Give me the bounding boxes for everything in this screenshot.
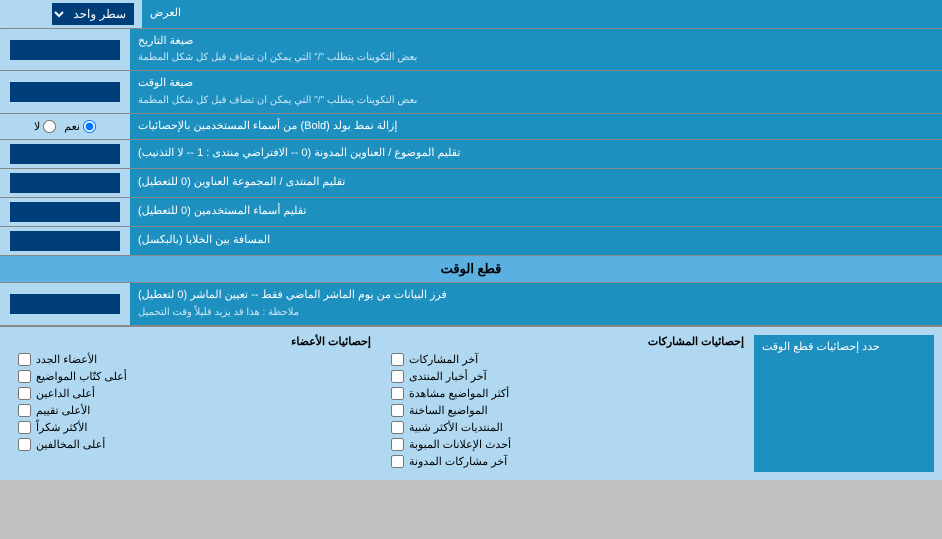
stats-col1-item5-checkbox[interactable] [391,438,404,451]
list-item: الأعضاء الجدد [18,353,371,366]
stats-col2-item2-checkbox[interactable] [18,387,31,400]
stats-col2-item1-label: أعلى كتّاب المواضيع [36,370,127,383]
time-cutoff-header: قطع الوقت [0,256,942,283]
stats-col1-item4-checkbox[interactable] [391,421,404,434]
list-item: أعلى كتّاب المواضيع [18,370,371,383]
stats-col2-item5-checkbox[interactable] [18,438,31,451]
cell-spacing-input[interactable]: 2 [10,231,120,251]
cell-spacing-input-cell: 2 [0,227,130,255]
stats-col2-item5-label: أعلى المخالفين [36,438,105,451]
stats-col2-item0-checkbox[interactable] [18,353,31,366]
stats-col1-item1-checkbox[interactable] [391,370,404,383]
list-item: آخر أخبار المنتدى [391,370,744,383]
stats-col1-item3-label: المواضيع الساخنة [409,404,488,417]
stats-right-label: حدد إحصائيات قطع الوقت [754,335,934,472]
forum-forum-label: تقليم المنتدى / المجموعة العناوين (0 للت… [130,169,942,197]
date-format-label: صيغة التاريخ بعض التكوينات يتطلب "/" الت… [130,29,942,70]
bold-no-radio[interactable] [43,120,56,133]
time-format-label: صيغة الوقت بعض التكوينات يتطلب "/" التي … [130,71,942,112]
user-names-label: تقليم أسماء المستخدمين (0 للتعطيل) [130,198,942,226]
list-item: أكثر المواضيع مشاهدة [391,387,744,400]
date-format-input[interactable]: d-m [10,40,120,60]
bold-no-label: لا [34,120,56,133]
stats-col2-title: إحصائيات الأعضاء [18,335,371,348]
list-item: آخر المشاركات [391,353,744,366]
stats-col1-item4-label: المنتديات الأكثر شبية [409,421,503,434]
stats-col2-item4-checkbox[interactable] [18,421,31,434]
time-format-input-cell: H:i [0,71,130,112]
stats-col1-item6-label: آخر مشاركات المدونة [409,455,507,468]
list-item: الأعلى تقييم [18,404,371,417]
stats-col2-item3-checkbox[interactable] [18,404,31,417]
date-format-input-cell: d-m [0,29,130,70]
cell-spacing-label: المسافة بين الخلايا (بالبكسل) [130,227,942,255]
forum-titles-label: تقليم الموضوع / العناوين المدونة (0 -- ا… [130,140,942,168]
stats-col1-item1-label: آخر أخبار المنتدى [409,370,487,383]
time-format-input[interactable]: H:i [10,82,120,102]
display-select[interactable]: سطر واحد سطرين ثلاثة أسطر [52,3,134,25]
user-names-input-cell: 0 [0,198,130,226]
stats-col2: إحصائيات الأعضاء الأعضاء الجدد أعلى كتّا… [8,335,381,472]
stats-col2-item0-label: الأعضاء الجدد [36,353,97,366]
bold-yes-radio[interactable] [83,120,96,133]
display-select-cell: سطر واحد سطرين ثلاثة أسطر [2,0,142,28]
user-names-input[interactable]: 0 [10,202,120,222]
bold-yes-label: نعم [64,120,96,133]
bold-remove-label: إزالة نمط بولد (Bold) من أسماء المستخدمي… [130,114,942,139]
forum-titles-input[interactable]: 33 [10,144,120,164]
stats-col1-item3-checkbox[interactable] [391,404,404,417]
header-label: العرض [142,0,942,28]
stats-col2-item3-label: الأعلى تقييم [36,404,90,417]
stats-col1-item6-checkbox[interactable] [391,455,404,468]
time-cutoff-input-cell: 0 [0,283,130,324]
time-cutoff-input[interactable]: 0 [10,294,120,314]
list-item: أحدث الإعلانات المبوبة [391,438,744,451]
stats-col1-item5-label: أحدث الإعلانات المبوبة [409,438,511,451]
stats-col2-item4-label: الأكثر شكراً [36,421,87,434]
list-item: أعلى الداعين [18,387,371,400]
forum-forum-input-cell: 33 [0,169,130,197]
list-item: المنتديات الأكثر شبية [391,421,744,434]
stats-col1-item0-checkbox[interactable] [391,353,404,366]
stats-col1-item0-label: آخر المشاركات [409,353,478,366]
stats-col1-title: إحصائيات المشاركات [391,335,744,348]
forum-titles-input-cell: 33 [0,140,130,168]
stats-area: حدد إحصائيات قطع الوقت إحصائيات المشاركا… [0,326,942,480]
list-item: المواضيع الساخنة [391,404,744,417]
stats-col1: إحصائيات المشاركات آخر المشاركات آخر أخب… [381,335,754,472]
stats-col2-item2-label: أعلى الداعين [36,387,95,400]
forum-forum-input[interactable]: 33 [10,173,120,193]
stats-col1-item2-checkbox[interactable] [391,387,404,400]
stats-col1-item2-label: أكثر المواضيع مشاهدة [409,387,509,400]
bold-remove-radio-cell: نعم لا [0,114,130,139]
time-cutoff-label: فرز البيانات من يوم الماشر الماضي فقط --… [130,283,942,324]
stats-col2-item1-checkbox[interactable] [18,370,31,383]
list-item: أعلى المخالفين [18,438,371,451]
list-item: آخر مشاركات المدونة [391,455,744,468]
list-item: الأكثر شكراً [18,421,371,434]
